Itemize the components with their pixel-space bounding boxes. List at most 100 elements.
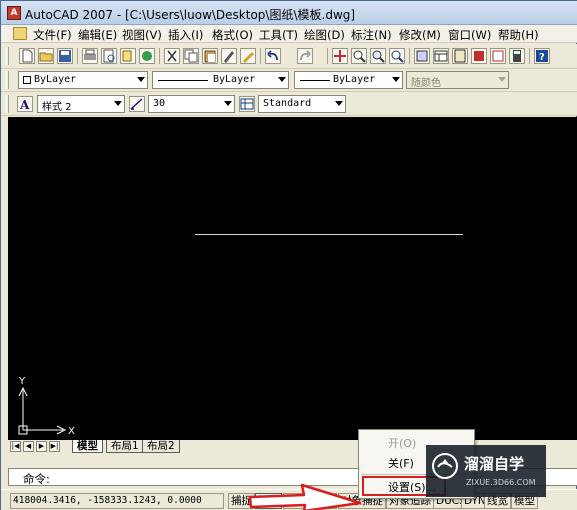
tab-layout2[interactable]: 布局2: [142, 440, 180, 453]
text-style-icon[interactable]: A: [17, 96, 33, 112]
pan-icon[interactable]: [332, 48, 348, 64]
svg-text:?: ?: [539, 52, 545, 63]
markup-manager-icon[interactable]: [490, 48, 506, 64]
help-icon[interactable]: ?: [534, 48, 550, 64]
tab-layout1[interactable]: 布局1: [106, 440, 144, 453]
drawing-area[interactable]: X Y: [8, 117, 577, 440]
redo-icon[interactable]: [297, 48, 313, 64]
last-tab-icon[interactable]: ▶|: [49, 441, 60, 452]
dimension-style-control[interactable]: 30: [148, 95, 235, 113]
table-style-icon[interactable]: [239, 96, 255, 112]
lineweight-preview: [300, 80, 330, 81]
ucs-y-label: Y: [18, 376, 26, 387]
menu-item-off[interactable]: 关(F): [388, 455, 414, 471]
menu-view[interactable]: 视图(V): [122, 27, 162, 43]
toolbar-separator: [327, 48, 328, 64]
first-tab-icon[interactable]: |◀: [10, 441, 21, 452]
color-control[interactable]: ByLayer: [18, 71, 148, 89]
watermark-title: 溜溜自学: [464, 455, 525, 473]
color-value: ByLayer: [34, 74, 77, 85]
plot-style-control: 随颜色: [406, 71, 509, 89]
plot-preview-icon[interactable]: [101, 48, 117, 64]
coordinate-readout[interactable]: 418004.3416, -158333.1243, 0.0000: [10, 493, 224, 509]
toolbar-grip[interactable]: [6, 95, 9, 113]
menu-insert[interactable]: 插入(I): [168, 27, 203, 43]
sheet-set-manager-icon[interactable]: [471, 48, 487, 64]
toolbar-separator: [409, 48, 410, 64]
linetype-value: ByLayer: [213, 74, 256, 85]
title-bar: A AutoCAD 2007 - [C:\Users\luow\Desktop\…: [1, 1, 577, 25]
lineweight-control[interactable]: ByLayer: [294, 71, 403, 89]
chevron-down-icon: [224, 101, 232, 106]
window-title: AutoCAD 2007 - [C:\Users\luow\Desktop\图纸…: [25, 8, 356, 22]
zoom-previous-icon[interactable]: [389, 48, 405, 64]
styles-toolbar: A 样式 2 30 Standard: [1, 92, 577, 116]
text-style-control[interactable]: 样式 2: [37, 95, 125, 113]
publish-icon[interactable]: [120, 48, 136, 64]
menu-file[interactable]: 文件(F): [33, 27, 72, 43]
paste-icon[interactable]: [202, 48, 218, 64]
undo-icon[interactable]: [265, 48, 281, 64]
annotation-arrow: [248, 483, 362, 510]
menu-modify[interactable]: 修改(M): [399, 27, 441, 43]
dimension-style-value: 30: [153, 98, 166, 109]
ucs-x-label: X: [68, 426, 75, 437]
cut-icon[interactable]: [164, 48, 180, 64]
autocad-window: A AutoCAD 2007 - [C:\Users\luow\Desktop\…: [0, 0, 577, 510]
open-file-icon[interactable]: [38, 48, 54, 64]
block-editor-icon[interactable]: [240, 48, 256, 64]
zoom-realtime-icon[interactable]: [351, 48, 367, 64]
properties-icon[interactable]: [414, 48, 430, 64]
menu-tools[interactable]: 工具(T): [259, 27, 298, 43]
save-icon[interactable]: [57, 48, 73, 64]
color-swatch-icon: [23, 76, 31, 84]
menu-bar: 文件(F) 编辑(E) 视图(V) 插入(I) 格式(O) 工具(T) 绘图(D…: [1, 25, 577, 43]
tool-palettes-icon[interactable]: [452, 48, 468, 64]
menu-draw[interactable]: 绘图(D): [304, 27, 345, 43]
menu-item-on: 开(O): [388, 437, 417, 450]
toolbar-separator: [529, 48, 530, 64]
toolbar-grip[interactable]: [6, 47, 9, 65]
linetype-preview: [158, 80, 208, 81]
design-center-icon[interactable]: [433, 48, 449, 64]
linetype-control[interactable]: ByLayer: [152, 71, 289, 89]
table-style-control[interactable]: Standard: [258, 95, 346, 113]
document-menu-icon[interactable]: [13, 27, 27, 40]
match-properties-icon[interactable]: [221, 48, 237, 64]
new-file-icon[interactable]: [19, 48, 35, 64]
plot-style-value: 随颜色: [411, 78, 441, 89]
watermark-logo-icon: [432, 453, 458, 479]
toolbar-grip[interactable]: [6, 71, 9, 89]
autocad-app-icon[interactable]: A: [7, 6, 21, 20]
properties-toolbar: ByLayer ByLayer ByLayer 随颜色: [1, 69, 577, 92]
menu-format[interactable]: 格式(O): [212, 27, 253, 43]
next-tab-icon[interactable]: ▶: [36, 441, 47, 452]
standard-toolbar: ?: [1, 44, 577, 69]
command-prompt: 命令:: [23, 472, 50, 486]
menu-help[interactable]: 帮助(H): [498, 27, 539, 43]
tab-model[interactable]: 模型: [72, 440, 103, 453]
copy-icon[interactable]: [183, 48, 199, 64]
menu-window[interactable]: 窗口(W): [448, 27, 491, 43]
chevron-down-icon: [278, 77, 286, 82]
ucs-icon: X Y: [18, 376, 75, 437]
toolbar-separator: [159, 48, 160, 64]
dimension-style-icon[interactable]: [129, 96, 145, 112]
menu-edit[interactable]: 编辑(E): [78, 27, 117, 43]
chevron-down-icon: [335, 101, 343, 106]
lineweight-value: ByLayer: [333, 74, 376, 85]
svg-text:A: A: [19, 98, 30, 111]
zoom-window-icon[interactable]: [370, 48, 386, 64]
watermark-url: ZIXUE.3D66.COM: [466, 478, 536, 487]
text-style-value: 样式 2: [42, 102, 72, 113]
drawn-line[interactable]: [195, 234, 463, 235]
quickcalc-icon[interactable]: [509, 48, 525, 64]
watermark: 溜溜自学 ZIXUE.3D66.COM: [426, 445, 546, 497]
chevron-down-icon: [392, 77, 400, 82]
print-icon[interactable]: [82, 48, 98, 64]
3d-dwf-icon[interactable]: [139, 48, 155, 64]
chevron-down-icon: [498, 77, 506, 82]
chevron-down-icon: [137, 77, 145, 82]
menu-dimension[interactable]: 标注(N): [351, 27, 392, 43]
prev-tab-icon[interactable]: ◀: [23, 441, 34, 452]
